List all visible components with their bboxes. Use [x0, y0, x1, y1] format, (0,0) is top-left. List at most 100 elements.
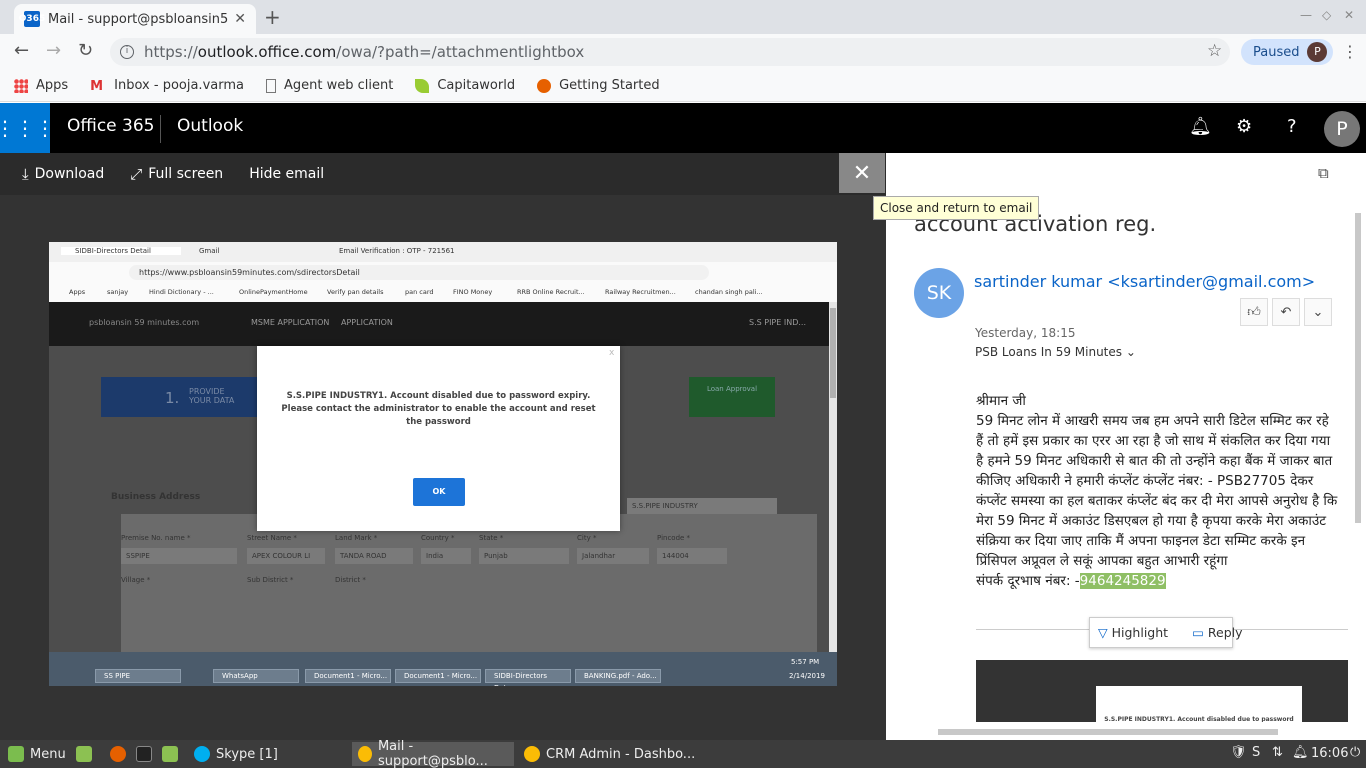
- app-name[interactable]: Outlook: [177, 116, 243, 136]
- bookmark-agent[interactable]: Agent web client: [265, 78, 393, 93]
- o365-brand[interactable]: Office 365: [67, 116, 154, 136]
- app-launcher-icon[interactable]: ⋮⋮⋮: [0, 103, 55, 153]
- taskbar-crm[interactable]: CRM Admin - Dashbo...: [518, 742, 701, 766]
- attachment-image[interactable]: SIDBI-Directors Detail Gmail Email Verif…: [49, 242, 837, 686]
- highlight-button[interactable]: ▽ Highlight: [1098, 625, 1180, 640]
- terminal-icon: [136, 746, 152, 762]
- modal-close-icon: x: [609, 348, 615, 358]
- attachment-bookmark: FINO Money: [453, 288, 493, 296]
- reading-horizontal-scrollbar[interactable]: [920, 727, 1350, 737]
- files-launcher[interactable]: [156, 742, 190, 766]
- user-avatar[interactable]: P: [1324, 111, 1360, 147]
- profile-button[interactable]: Paused P: [1241, 39, 1334, 65]
- forward-icon[interactable]: →: [46, 40, 61, 61]
- help-icon[interactable]: ?: [1287, 116, 1297, 137]
- clock[interactable]: 16:06: [1311, 746, 1348, 761]
- download-button[interactable]: ⤓ Download: [22, 165, 104, 183]
- lightbox-close-button[interactable]: ✕: [839, 153, 885, 193]
- outlook-favicon-icon: O365: [19, 11, 45, 27]
- expand-recipients-icon[interactable]: ⌄: [1126, 345, 1136, 359]
- window-close-icon[interactable]: ✕: [1344, 8, 1354, 22]
- notification-icon[interactable]: 🔔︎: [1292, 745, 1309, 760]
- bookmark-capitaworld[interactable]: Capitaworld: [415, 78, 515, 93]
- power-icon[interactable]: ⏻: [1350, 745, 1360, 760]
- attachment-bookmark: chandan singh pali...: [695, 288, 763, 296]
- email-recipient[interactable]: PSB Loans In 59 Minutes ⌄: [975, 345, 1136, 359]
- email-greeting: श्रीमान जी: [976, 393, 1026, 409]
- show-desktop-button[interactable]: [70, 742, 104, 766]
- attachment-bookmark: pan card: [405, 288, 434, 296]
- header-divider: [160, 115, 161, 143]
- skype-tray-icon[interactable]: S: [1252, 745, 1260, 760]
- download-icon: ⤓: [22, 165, 29, 183]
- message-actions: 👍︎ ↶ ⌄: [1236, 298, 1332, 326]
- attachment-nav-item: S.S PIPE IND...: [749, 318, 806, 327]
- back-icon[interactable]: ←: [14, 40, 29, 61]
- site-info-icon[interactable]: i: [120, 45, 134, 59]
- leaf-icon: [415, 78, 430, 93]
- email-phone-line: संपर्क दूरभाष नंबर: -9464245829: [976, 573, 1166, 589]
- attachment-bookmark: Verify pan details: [327, 288, 384, 296]
- bookmark-gmail[interactable]: M Inbox - pooja.varma: [90, 78, 244, 94]
- taskbar-skype[interactable]: Skype [1]: [188, 742, 284, 766]
- attachment-bookmark: sanjay: [107, 288, 129, 296]
- shield-icon[interactable]: 🛡︎: [1230, 745, 1247, 760]
- chrome-icon: [524, 746, 540, 762]
- browser-tab[interactable]: O365 Mail - support@psbloansin59m ✕: [14, 4, 256, 34]
- attachment-site-nav: psbloansin 59 minutes.com MSME APPLICATI…: [49, 302, 829, 346]
- restore-icon[interactable]: ◇: [1322, 8, 1331, 22]
- start-menu-button[interactable]: Menu: [2, 742, 72, 766]
- selection-popup: ▽ Highlight ▭ Reply: [1089, 617, 1243, 648]
- attachment-url: https://www.psbloansin59minutes.com/sdir…: [129, 265, 709, 280]
- sender-avatar[interactable]: SK: [914, 268, 964, 318]
- close-icon: ✕: [852, 160, 872, 186]
- o365-header: ⋮⋮⋮ Office 365 Outlook 🔔︎ ⚙ ? P: [0, 103, 1366, 153]
- network-icon[interactable]: ⇅: [1272, 745, 1283, 760]
- browser-toolbar: ← → ↻ i https://outlook.office.com/owa/?…: [0, 34, 1366, 70]
- attachment-company-field: S.S.PIPE INDUSTRY: [627, 498, 777, 514]
- attachment-ok-button: OK: [413, 478, 465, 506]
- apps-grid-icon: [14, 78, 28, 93]
- attachment-bookmark: Railway Recruitmen...: [605, 288, 676, 296]
- attachment-bookmark: Apps: [69, 288, 86, 296]
- firefox-icon: [110, 746, 126, 762]
- page-icon: [265, 78, 276, 93]
- bookmark-apps[interactable]: Apps: [14, 78, 68, 93]
- attachment-nav-item: APPLICATION: [341, 318, 393, 327]
- attachment-address-bar: https://www.psbloansin59minutes.com/sdir…: [49, 262, 837, 284]
- desktop-taskbar: Menu Skype [1] Mail - support@psblo... C…: [0, 739, 1366, 769]
- fullscreen-button[interactable]: ⤢ Full screen: [130, 165, 223, 183]
- attachment-tab: SIDBI-Directors Detail: [61, 247, 181, 255]
- attachment-bookmarks: Apps sanjay Hindi Dictionary - ... Onlin…: [49, 284, 837, 302]
- bookmark-star-icon[interactable]: ☆: [1207, 41, 1222, 61]
- profile-avatar: P: [1307, 42, 1328, 62]
- tab-close-icon[interactable]: ✕: [234, 11, 246, 27]
- sender-name[interactable]: sartinder kumar <ksartinder@gmail.com>: [974, 272, 1315, 291]
- expand-icon: ⤢: [130, 165, 143, 183]
- reply-all-icon[interactable]: ↶: [1272, 298, 1300, 326]
- url-prefix: https://: [144, 43, 198, 61]
- popout-icon[interactable]: ⧉: [1318, 164, 1329, 182]
- bookmark-getting-started[interactable]: Getting Started: [537, 78, 660, 93]
- gear-icon[interactable]: ⚙: [1236, 116, 1252, 137]
- reading-vertical-scrollbar[interactable]: [1353, 193, 1363, 723]
- taskbar-mail[interactable]: Mail - support@psblo...: [352, 739, 514, 769]
- address-bar[interactable]: i https://outlook.office.com/owa/?path=/…: [110, 38, 1230, 66]
- desktop-icon: [76, 746, 92, 762]
- hide-email-button[interactable]: Hide email: [249, 166, 324, 182]
- minimize-icon[interactable]: —: [1300, 8, 1312, 22]
- firefox-icon: [537, 78, 552, 93]
- mint-logo-icon: [8, 746, 24, 762]
- attachment-tab: Gmail: [199, 247, 220, 255]
- new-tab-icon[interactable]: +: [264, 5, 281, 29]
- reply-button[interactable]: ▭ Reply: [1192, 625, 1254, 640]
- highlighted-phone[interactable]: 9464245829: [1079, 573, 1166, 589]
- folder-icon: [162, 746, 178, 762]
- like-icon[interactable]: 👍︎: [1240, 298, 1268, 326]
- chevron-down-icon[interactable]: ⌄: [1304, 298, 1332, 326]
- reload-icon[interactable]: ↻: [78, 40, 93, 61]
- browser-menu-icon[interactable]: ⋮: [1342, 42, 1358, 61]
- bell-icon[interactable]: 🔔︎: [1189, 116, 1212, 137]
- highlight-icon: ▽: [1098, 625, 1108, 640]
- attachment-bookmark: Hindi Dictionary - ...: [149, 288, 214, 296]
